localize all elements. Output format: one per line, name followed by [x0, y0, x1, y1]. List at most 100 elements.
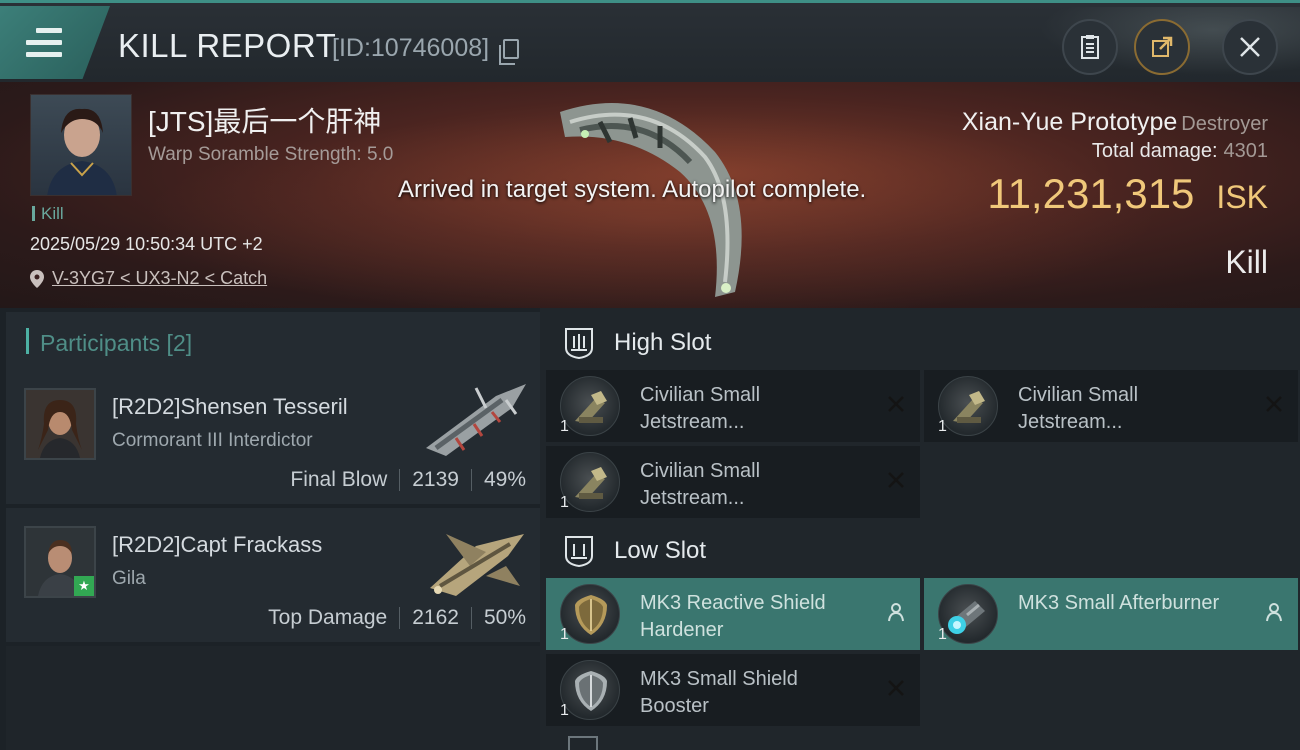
fitting-panel: High Slot 1 Civilian Small Jetstream... … — [540, 308, 1300, 750]
participant-row[interactable]: ★ [R2D2]Capt Frackass Gila Top Damage 21… — [6, 508, 540, 642]
dropped-person-icon — [1266, 603, 1282, 622]
participant-avatar[interactable] — [24, 388, 96, 460]
total-damage-value: 4301 — [1223, 140, 1269, 162]
kill-datetime: 2025/05/29 10:50:34 UTC +2 — [30, 234, 263, 254]
destroyed-x-icon — [888, 680, 904, 696]
item-name: Civilian Small Jetstream... — [1018, 384, 1139, 433]
victim-portrait[interactable] — [30, 94, 132, 196]
slot-item[interactable]: 1 MK3 Small Shield Booster — [546, 654, 920, 726]
participant-damage: 2162 — [412, 606, 459, 629]
victim-avatar-icon — [47, 108, 117, 195]
share-icon — [1152, 36, 1173, 57]
slot-item[interactable]: 1 MK3 Reactive Shield Hardener — [546, 578, 920, 650]
ship-class: Destroyer — [1181, 113, 1268, 135]
participants-accent — [26, 328, 29, 354]
stats-divider — [399, 469, 401, 491]
mid-slot-icon — [568, 736, 598, 750]
star-badge-icon: ★ — [74, 576, 94, 596]
shield-booster-icon — [560, 660, 620, 720]
jetstream-module-icon — [938, 376, 998, 436]
close-button[interactable] — [1222, 19, 1278, 75]
total-damage-label: Total damage: — [1091, 140, 1218, 162]
participant-percent: 50% — [483, 606, 526, 629]
copy-icon[interactable] — [499, 39, 519, 65]
victim-name: [JTS]最后一个肝神 — [148, 106, 382, 137]
participant-name: [R2D2]Shensen Tesseril — [112, 394, 348, 419]
participant-ship-image — [426, 384, 526, 456]
page-title: KILL REPORT — [118, 27, 337, 64]
participant-row[interactable]: [R2D2]Shensen Tesseril Cormorant III Int… — [6, 370, 540, 504]
participants-empty-area — [6, 646, 540, 750]
ship-name: Xian-Yue Prototype Destroyer — [962, 108, 1268, 137]
jetstream-module-icon — [560, 376, 620, 436]
next-slot-header — [546, 736, 1300, 750]
stats-divider — [399, 607, 401, 629]
item-name: MK3 Reactive Shield Hardener — [640, 592, 826, 641]
slot-item[interactable]: 1 Civilian Small Jetstream... — [546, 446, 920, 518]
stats-divider — [470, 469, 472, 491]
item-name: Civilian Small Jetstream... — [640, 460, 761, 509]
participant-ship: Cormorant III Interdictor — [112, 430, 313, 451]
kill-location[interactable]: V-3YG7 < UX3-N2 < Catch — [30, 268, 267, 289]
result-label: Kill — [1225, 244, 1268, 280]
low-slot-icon — [565, 536, 593, 568]
low-slot-header: Low Slot — [546, 524, 1300, 578]
close-icon — [1240, 37, 1260, 57]
total-damage: Total damage: 4301 — [1092, 140, 1268, 163]
isk-amount: 11,231,315 — [987, 170, 1195, 217]
autopilot-toast: Arrived in target system. Autopilot comp… — [398, 176, 867, 203]
destroyed-x-icon — [1266, 396, 1282, 412]
kill-banner: [JTS]最后一个肝神 Warp Soramble Strength: 5.0 … — [0, 82, 1300, 308]
participant-role: Top Damage — [268, 606, 388, 629]
clipboard-icon — [1081, 35, 1099, 59]
participants-label: Participants [2] — [40, 330, 193, 356]
report-id: [ID:10746008] — [332, 34, 490, 62]
participants-panel: Participants [2] [R2D2]Shensen Tesseril … — [0, 308, 540, 750]
item-quantity: 1 — [560, 418, 569, 435]
slot-item[interactable]: 1 Civilian Small Jetstream... — [546, 370, 920, 442]
stats-divider — [470, 607, 472, 629]
isk-value: 11,231,315 ISK — [987, 170, 1268, 218]
item-name: MK3 Small Shield Booster — [640, 668, 798, 717]
location-link[interactable]: V-3YG7 < UX3-N2 < Catch — [52, 268, 267, 289]
destroyed-x-icon — [888, 396, 904, 412]
destroyed-x-icon — [888, 472, 904, 488]
high-slot-label: High Slot — [614, 329, 712, 356]
item-quantity: 1 — [560, 626, 569, 643]
participant-portrait-icon — [26, 390, 94, 458]
item-quantity: 1 — [938, 418, 947, 435]
item-name: Civilian Small Jetstream... — [640, 384, 761, 433]
participant-stats: Final Blow 2139 49% — [290, 468, 526, 492]
header-bar: KILL REPORT [ID:10746008] — [0, 0, 1300, 83]
item-name: MK3 Small Afterburner — [1018, 592, 1220, 614]
shield-hardener-icon — [560, 584, 620, 644]
menu-button[interactable] — [0, 6, 110, 79]
item-quantity: 1 — [560, 702, 569, 719]
participant-role: Final Blow — [290, 468, 388, 491]
hamburger-icon — [26, 28, 62, 58]
high-slot-header: High Slot — [546, 316, 1300, 370]
item-quantity: 1 — [938, 626, 947, 643]
low-slot-label: Low Slot — [614, 537, 707, 564]
participant-percent: 49% — [483, 468, 526, 491]
dropped-person-icon — [888, 603, 904, 622]
location-pin-icon — [30, 269, 44, 288]
participant-ship-image — [430, 534, 524, 596]
slot-item[interactable]: 1 MK3 Small Afterburner — [924, 578, 1298, 650]
participant-name: [R2D2]Capt Frackass — [112, 532, 323, 557]
jetstream-module-icon — [560, 452, 620, 512]
participant-damage: 2139 — [412, 468, 459, 491]
ship-name-text: Xian-Yue Prototype — [961, 108, 1178, 136]
high-slot-icon — [565, 328, 593, 360]
participants-header[interactable]: Participants [2] — [6, 312, 540, 370]
victim-subtitle: Warp Soramble Strength: 5.0 — [148, 144, 394, 165]
clipboard-button[interactable] — [1062, 19, 1118, 75]
afterburner-icon — [938, 584, 998, 644]
share-button[interactable] — [1134, 19, 1190, 75]
item-quantity: 1 — [560, 494, 569, 511]
isk-label: ISK — [1216, 179, 1268, 215]
slot-item[interactable]: 1 Civilian Small Jetstream... — [924, 370, 1298, 442]
participant-ship: Gila — [112, 568, 146, 589]
participant-avatar[interactable]: ★ — [24, 526, 96, 598]
participant-stats: Top Damage 2162 50% — [268, 606, 526, 630]
